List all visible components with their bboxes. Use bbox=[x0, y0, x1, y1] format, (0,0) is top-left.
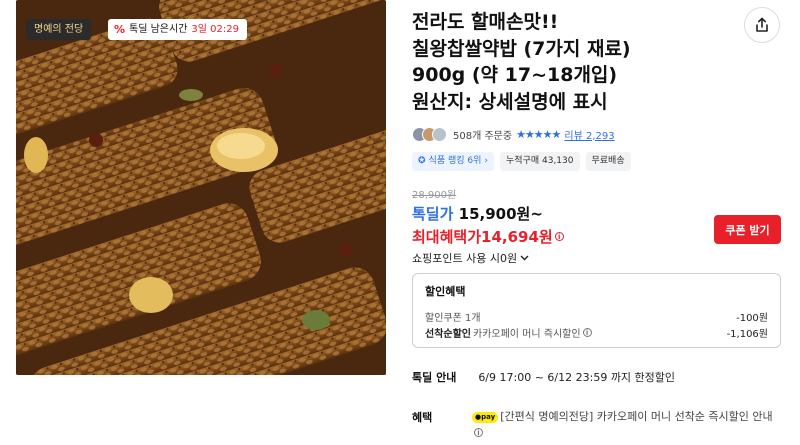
product-image[interactable]: 명예의 전당 % 톡딜 남은시간 3일 02:29 bbox=[16, 0, 386, 375]
benefit-link[interactable]: ●pay [간편식 명예의전당] 카카오페이 머니 선착순 즉시할인 안내 i bbox=[472, 409, 784, 439]
product-chips: ✪ 식품 랭킹 6위 › 누적구매 43,130 무료배송 bbox=[412, 152, 631, 171]
kakaopay-icon: ●pay bbox=[472, 412, 499, 423]
percent-icon: % bbox=[114, 23, 126, 36]
discount-row-value: -100원 bbox=[736, 312, 768, 324]
max-benefit-price: 14,694원 bbox=[481, 228, 553, 246]
points-label: 쇼핑포인트 사용 시0원 bbox=[412, 252, 518, 265]
yakbap-photo bbox=[16, 0, 386, 375]
share-icon bbox=[756, 17, 768, 32]
discount-row: 할인쿠폰 1개 -100원 bbox=[425, 308, 768, 324]
ranking-chip[interactable]: ✪ 식품 랭킹 6위 › bbox=[412, 152, 495, 171]
deal-label: 톡딜가 bbox=[412, 205, 454, 223]
benefit-text: [간편식 명예의전당] 카카오페이 머니 선착순 즉시할인 안내 bbox=[500, 410, 773, 423]
free-shipping-chip: 무료배송 bbox=[585, 152, 631, 171]
review-link[interactable]: 리뷰 2,293 bbox=[564, 127, 614, 142]
info-icon[interactable]: i bbox=[554, 232, 564, 241]
benefit-label: 혜택 bbox=[412, 411, 433, 424]
chevron-right-icon: › bbox=[484, 156, 489, 166]
points-dropdown[interactable]: 쇼핑포인트 사용 시0원 bbox=[412, 250, 529, 266]
info-icon[interactable]: i bbox=[582, 327, 592, 337]
max-benefit-row: 최대혜택가 14,694원 i bbox=[412, 226, 564, 247]
order-count: 508개 주문중 bbox=[453, 130, 513, 142]
discount-benefit-box: 할인혜택 할인쿠폰 1개 -100원 선착순할인 카카오페이 머니 즉시할인 i… bbox=[412, 273, 781, 348]
timer-label: 톡딜 남은시간 bbox=[129, 24, 188, 35]
discount-row-value: -1,106원 bbox=[726, 328, 768, 340]
info-icon[interactable]: i bbox=[474, 428, 483, 437]
benefit-row: 혜택 ●pay [간편식 명예의전당] 카카오페이 머니 선착순 즉시할인 안내 … bbox=[412, 409, 784, 439]
deal-period-value: 6/9 17:00 ~ 6/12 23:59 까지 한정할인 bbox=[478, 371, 676, 384]
brand-badge: 명예의 전당 bbox=[26, 19, 92, 40]
discount-row-label: 카카오페이 머니 즉시할인 bbox=[473, 328, 581, 340]
discount-row: 선착순할인 카카오페이 머니 즉시할인 i -1,106원 bbox=[425, 324, 768, 340]
discount-row-bold-label: 선착순할인 bbox=[425, 328, 471, 340]
get-coupon-button[interactable]: 쿠폰 받기 bbox=[714, 215, 781, 244]
timer-value: 3일 02:29 bbox=[191, 24, 239, 35]
deal-period-label: 톡딜 안내 bbox=[412, 371, 457, 384]
product-title: 전라도 할매손맛!! 칠왕찹쌀약밥 (7가지 재료) 900g (약 17~18… bbox=[412, 11, 631, 113]
deal-timer-badge: % 톡딜 남은시간 3일 02:29 bbox=[108, 19, 247, 40]
star-rating-icon: ★★★★★ bbox=[516, 127, 561, 141]
review-row: 508개 주문중 ★★★★★ 리뷰 2,293 bbox=[412, 125, 615, 143]
purchase-count-chip: 누적구매 43,130 bbox=[500, 152, 580, 171]
deal-period-row: 톡딜 안내 6/9 17:00 ~ 6/12 23:59 까지 한정할인 bbox=[412, 369, 675, 385]
shield-icon: ✪ bbox=[418, 156, 426, 166]
deal-price-row: 톡딜가 15,900원~ bbox=[412, 203, 543, 224]
share-button[interactable] bbox=[744, 7, 780, 43]
original-price: 28,900원 bbox=[412, 190, 457, 201]
discount-row-label: 할인쿠폰 1개 bbox=[425, 312, 481, 324]
deal-price: 15,900원~ bbox=[458, 205, 543, 223]
max-benefit-label: 최대혜택가 bbox=[412, 228, 482, 246]
buyer-avatars bbox=[412, 126, 447, 142]
discount-title: 할인혜택 bbox=[425, 285, 466, 298]
chevron-down-icon bbox=[520, 255, 529, 261]
